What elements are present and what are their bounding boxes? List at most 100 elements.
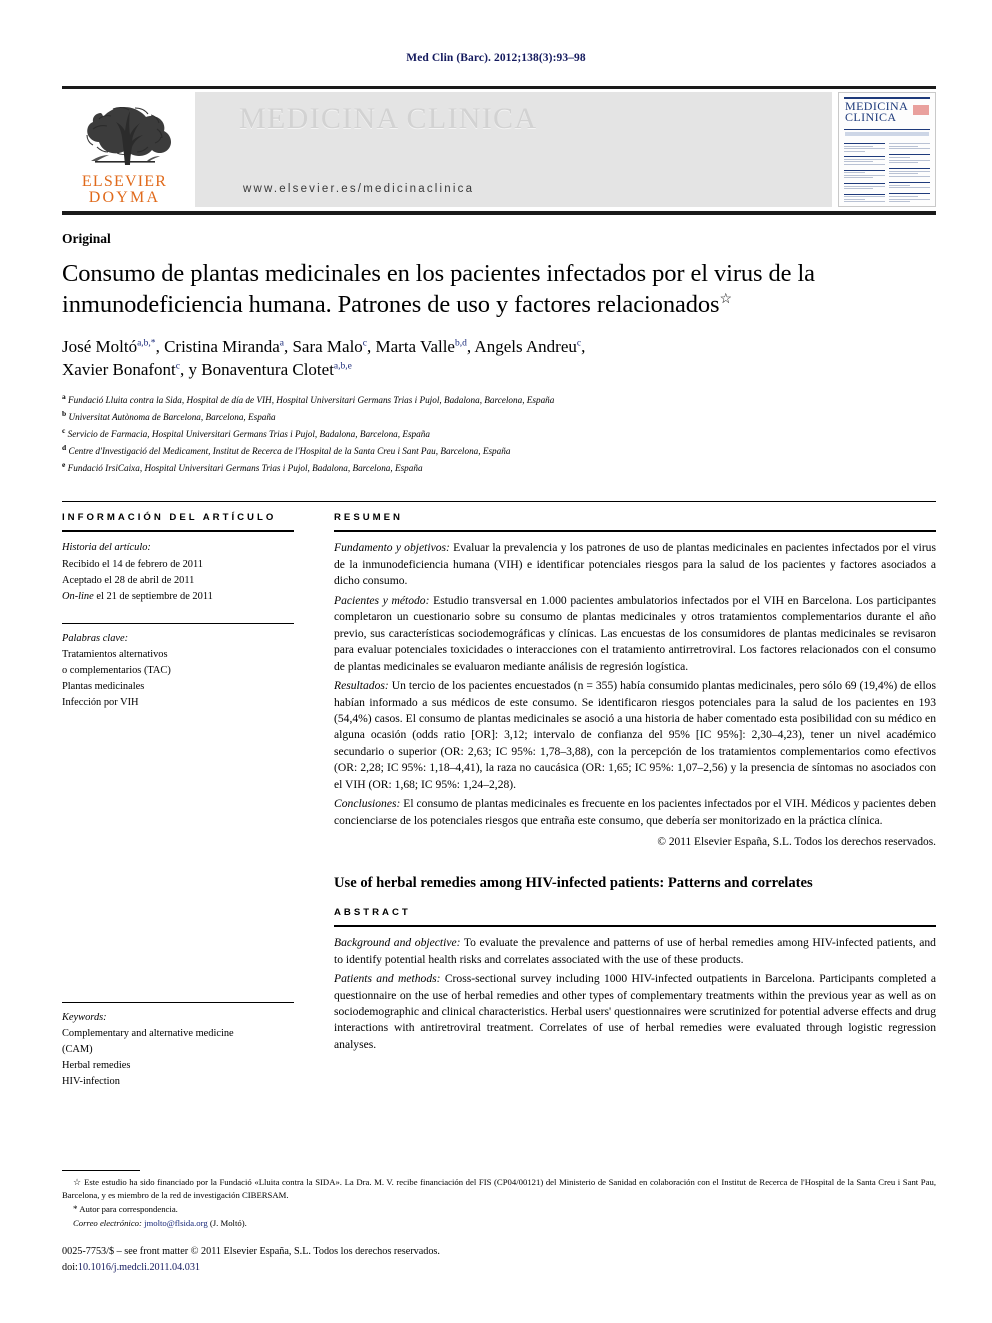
elsevier-tree-icon (85, 107, 171, 165)
doi-line: doi:10.1016/j.medcli.2011.04.031 (62, 1260, 440, 1275)
english-title: Use of herbal remedies among HIV-infecte… (334, 875, 813, 892)
author-name: Sara Malo (292, 336, 363, 356)
affiliation-marker: c (62, 425, 66, 435)
author-affiliation-marker: c (175, 361, 180, 372)
cover-contents (844, 143, 930, 202)
abstract-column: RESUMEN Fundamento y objetivos: Evaluar … (312, 502, 936, 1090)
online-date: el 21 de septiembre de 2011 (93, 590, 213, 602)
author-affiliation-marker: c (576, 338, 582, 349)
abstract-es-paragraph: Resultados: Un tercio de los pacientes e… (334, 679, 936, 791)
article-info-panel: INFORMACIÓN DEL ARTÍCULO Historia del ar… (62, 502, 312, 1090)
doyma-label: DOYMA (88, 189, 161, 207)
footnote-divider (62, 1169, 140, 1171)
email-footnote: Correo electrónico: jmolto@flsida.org (J… (73, 1217, 936, 1230)
abstract-section-label: Resultados: (334, 679, 389, 693)
email-label: Correo electrónico: (73, 1218, 142, 1229)
elsevier-wordmark: ELSEVIER DOYMA (81, 173, 168, 207)
title-footnote-marker: ☆ (719, 291, 733, 307)
abstract-es-heading: RESUMEN (334, 512, 403, 524)
email-suffix: (J. Moltó). (207, 1218, 247, 1229)
copyright-line: © 2011 Elsevier España, S.L. Todos los d… (657, 836, 936, 849)
history-online: On-line el 21 de septiembre de 2011 (62, 589, 294, 605)
keyword-en-item: Complementary and alternative medicine (62, 1027, 234, 1039)
corresponding-footnote: * Autor para correspondencia. (62, 1203, 936, 1216)
abstract-section-label: Fundamento y objetivos: (334, 541, 450, 555)
keyword-es-item: Plantas medicinales (62, 681, 145, 693)
abstract-en-block: Use of herbal remedies among HIV-infecte… (334, 874, 936, 1053)
cover-title-line2: CLINICA (845, 110, 897, 124)
abstract-section-label: Patients and methods: (334, 972, 441, 986)
author-name: Marta Valle (375, 336, 455, 356)
affiliation-item: c Servicio de Farmacia, Hospital Univers… (62, 425, 430, 439)
article-info-heading: INFORMACIÓN DEL ARTÍCULO (62, 512, 277, 524)
corresponding-marker: * (73, 1203, 78, 1214)
keywords-en-block: Keywords: Complementary and alternative … (62, 1001, 294, 1091)
doi-value[interactable]: 10.1016/j.medcli.2011.04.031 (78, 1262, 200, 1273)
keyword-es-item: Tratamientos alternativos (62, 649, 168, 661)
abstract-section: INFORMACIÓN DEL ARTÍCULO Historia del ar… (62, 501, 936, 1090)
article-type-label: Original (62, 231, 111, 246)
history-label: Historia del artículo: (62, 542, 151, 554)
journal-cover-thumbnail: MEDICINA CLINICA (838, 92, 936, 207)
abstract-es-paragraph: Conclusiones: El consumo de plantas medi… (334, 797, 936, 827)
abstract-es-body: Fundamento y objetivos: Evaluar la preva… (334, 540, 936, 829)
author-name: Cristina Miranda (164, 336, 280, 356)
journal-url[interactable]: www.elsevier.es/medicinaclinica (243, 183, 474, 195)
doi-label: doi: (62, 1261, 78, 1273)
keywords-es-label: Palabras clave: (62, 632, 129, 644)
author-name: y Bonaventura Clotet (188, 360, 334, 380)
affiliation-marker: b (62, 408, 67, 418)
journal-title: MEDICINA CLINICA (239, 102, 538, 135)
funding-footnote: ☆ Este estudio ha sido financiado por la… (62, 1176, 936, 1202)
colophon: 0025-7753/$ – see front matter © 2011 El… (62, 1244, 440, 1275)
affiliation-marker: d (62, 442, 67, 452)
author-line-2: Xavier Bonafontc, y Bonaventura Cloteta,… (62, 360, 352, 380)
history-accepted: Aceptado el 28 de abril de 2011 (62, 574, 195, 586)
online-prefix: On-line (62, 590, 94, 602)
keyword-es-item: Infección por VIH (62, 697, 139, 709)
author-affiliation-marker: a,b,e (333, 361, 352, 372)
author-affiliation-marker: b,d (454, 338, 467, 349)
author-affiliation-marker: a,b,* (137, 338, 156, 349)
article-header: Original Consumo de plantas medicinales … (62, 231, 936, 475)
abstract-es-paragraph: Pacientes y método: Estudio transversal … (334, 593, 936, 673)
elsevier-label: ELSEVIER (81, 173, 168, 190)
affiliation-marker: a (62, 391, 66, 401)
running-head: Med Clin (Barc). 2012;138(3):93–98 (406, 52, 586, 64)
affiliation-item: e Fundació IrsiCaixa, Hospital Universit… (62, 459, 423, 473)
affiliation-item: d Centre d'Investigació del Medicament, … (62, 442, 511, 456)
elsevier-logo: ELSEVIER DOYMA (62, 89, 187, 211)
journal-masthead: ELSEVIER DOYMA MEDICINA CLINICA www.else… (62, 86, 936, 215)
author-name: Xavier Bonafont (62, 360, 176, 380)
affiliation-item: b Universitat Autònoma de Barcelona, Bar… (62, 408, 276, 422)
abstract-section-label: Pacientes y método: (334, 593, 430, 607)
keywords-es-block: Palabras clave: Tratamientos alternativo… (62, 622, 294, 712)
author-line-1: José Moltóa,b,*, Cristina Mirandaa, Sara… (62, 336, 586, 356)
title-text: Consumo de plantas medicinales en los pa… (62, 260, 815, 318)
author-list: José Moltóa,b,*, Cristina Mirandaa, Sara… (62, 335, 936, 382)
keyword-en-item: Herbal remedies (62, 1059, 131, 1071)
abstract-en-paragraph: Background and objective: To evaluate th… (334, 936, 936, 966)
affiliation-list: a Fundació Lluita contra la Sida, Hospit… (62, 391, 936, 476)
affiliation-item: a Fundació Lluita contra la Sida, Hospit… (62, 391, 555, 405)
author-name: Angels Andreu (474, 336, 577, 356)
abstract-en-body: Background and objective: To evaluate th… (334, 935, 936, 1053)
article-page: Med Clin (Barc). 2012;138(3):93–98 ELSEV… (0, 0, 992, 1323)
footnotes: ☆ Este estudio ha sido financiado por la… (62, 1169, 936, 1231)
keyword-es-item: o complementarios (TAC) (62, 665, 171, 677)
email-link[interactable]: jmolto@flsida.org (144, 1218, 208, 1228)
affiliation-marker: e (62, 459, 66, 469)
abstract-en-paragraph: Patients and methods: Cross-sectional su… (334, 972, 936, 1051)
abstract-section-label: Background and objective: (334, 936, 461, 950)
author-affiliation-marker: c (362, 338, 368, 349)
abstract-es-paragraph: Fundamento y objetivos: Evaluar la preva… (334, 541, 936, 588)
corresponding-text: Autor para correspondencia. (79, 1203, 178, 1214)
abstract-section-label: Conclusiones: (334, 797, 401, 811)
keyword-en-item: (CAM) (62, 1043, 93, 1055)
funding-marker: ☆ (73, 1176, 82, 1187)
abstract-en-heading: ABSTRACT (334, 907, 411, 919)
funding-text: Este estudio ha sido financiado por la F… (62, 1176, 936, 1200)
page-title: Consumo de plantas medicinales en los pa… (62, 259, 936, 321)
keywords-en-label: Keywords: (62, 1011, 107, 1023)
cover-stamp (913, 105, 929, 115)
